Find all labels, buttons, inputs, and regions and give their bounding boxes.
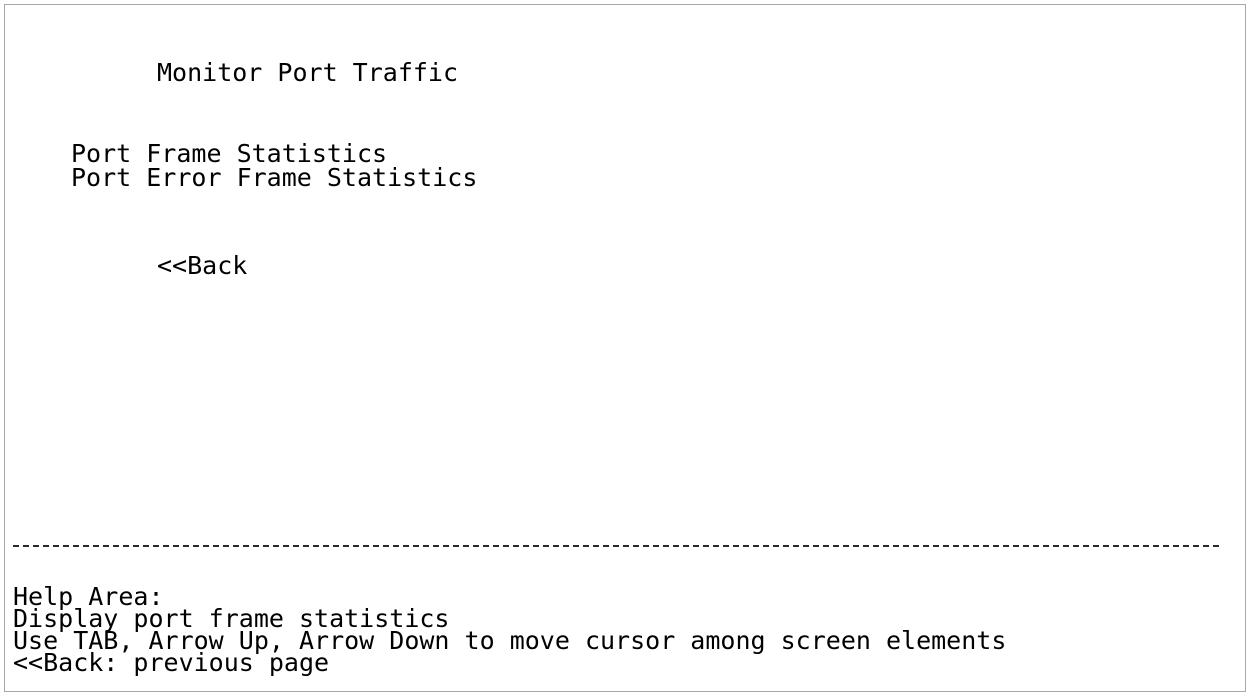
terminal-window: Monitor Port Traffic Port Frame Statisti… [4,4,1246,692]
back-link[interactable]: <<Back [157,253,247,278]
page-title: Monitor Port Traffic [157,58,459,87]
menu-item-port-error-frame-statistics[interactable]: Port Error Frame Statistics [71,165,477,190]
help-line: <<Back: previous page [13,648,330,677]
divider [13,545,1219,547]
menu-item-port-frame-statistics[interactable]: Port Frame Statistics [71,141,387,166]
